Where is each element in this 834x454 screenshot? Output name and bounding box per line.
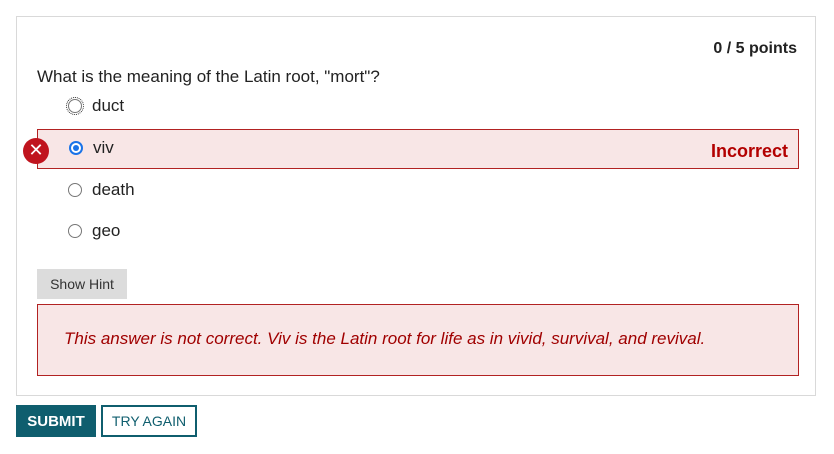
try-again-button[interactable]: TRY AGAIN	[101, 405, 197, 437]
radio-button[interactable]	[68, 224, 82, 238]
question-card: 0 / 5 points What is the meaning of the …	[16, 16, 816, 396]
option-duct[interactable]: duct	[37, 87, 799, 127]
option-geo[interactable]: geo	[37, 212, 799, 252]
option-label: geo	[92, 221, 121, 240]
option-viv[interactable]: ✕ viv Incorrect	[23, 129, 799, 169]
submit-button[interactable]: SUBMIT	[16, 405, 96, 437]
question-prompt: What is the meaning of the Latin root, "…	[37, 67, 380, 86]
radio-button[interactable]	[68, 183, 82, 197]
option-death[interactable]: death	[37, 171, 799, 211]
points-display: 0 / 5 points	[713, 40, 797, 57]
incorrect-status: Incorrect	[710, 141, 788, 161]
incorrect-x-icon: ✕	[23, 138, 49, 164]
option-label: viv	[93, 138, 114, 157]
option-label: duct	[92, 96, 125, 115]
radio-button-selected[interactable]	[69, 141, 83, 155]
show-hint-button[interactable]: Show Hint	[37, 269, 127, 299]
feedback-text: This answer is not correct. Viv is the L…	[64, 329, 706, 348]
feedback-box: This answer is not correct. Viv is the L…	[37, 304, 799, 376]
radio-button[interactable]	[66, 97, 84, 115]
option-label: death	[92, 180, 135, 199]
